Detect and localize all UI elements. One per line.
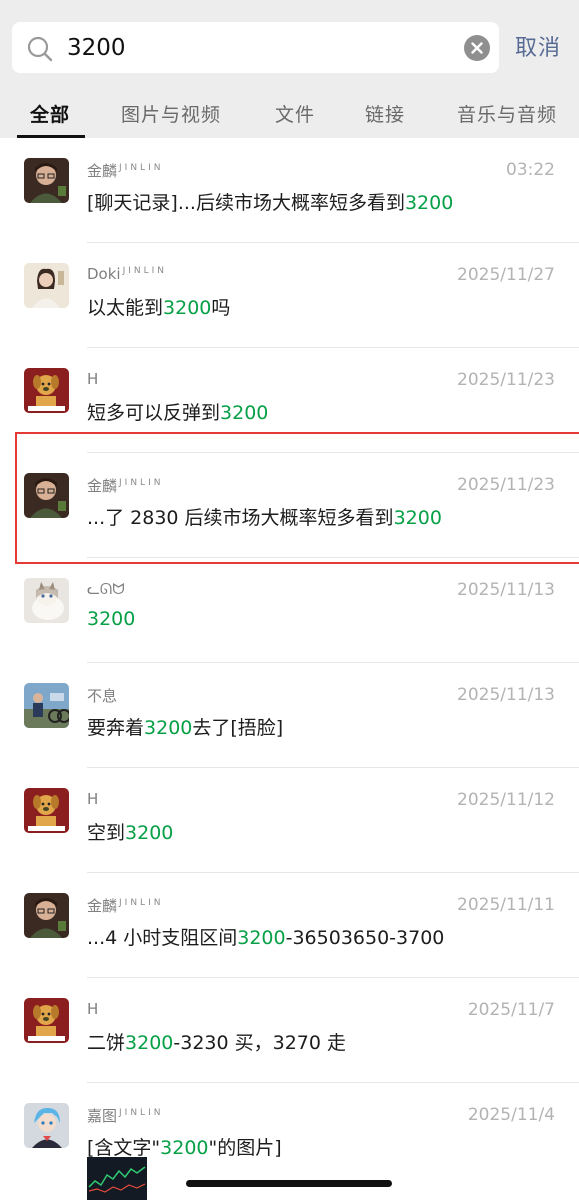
- message-snippet: [聊天记录]...后续市场大概率短多看到3200: [87, 188, 453, 215]
- snippet-text: [聊天记录]...后续市场大概率短多看到: [87, 192, 405, 214]
- keyword-highlight: 3200: [163, 297, 212, 319]
- message-snippet: 以太能到3200吗: [87, 293, 230, 320]
- snippet-text: 要奔着: [87, 717, 145, 739]
- message-snippet: 二饼3200-3230 买，3270 走: [87, 1028, 346, 1055]
- sender-name: 嘉图 JINLIN: [87, 1105, 163, 1126]
- sender-tag: JINLIN: [122, 266, 168, 276]
- image-thumbnail[interactable]: [87, 1157, 147, 1200]
- keyword-highlight: 3200: [125, 1032, 174, 1054]
- message-snippet: 要奔着3200去了[捂脸]: [87, 713, 283, 740]
- snippet-text: 短多可以反弹到: [87, 402, 221, 424]
- sender-label: ᓚᘏᗢ: [87, 580, 125, 598]
- message-date: 03:22: [506, 160, 555, 180]
- message-date: 2025/11/13: [457, 685, 555, 705]
- tab-images-videos[interactable]: 图片与视频: [121, 100, 221, 127]
- category-tabs: 全部 图片与视频 文件 链接 音乐与音频: [0, 92, 579, 138]
- sender-label: 金麟: [87, 162, 118, 180]
- snippet-text: 空到: [87, 822, 126, 844]
- sender-name: H: [87, 1000, 98, 1018]
- avatar: [24, 368, 69, 413]
- highlight-box: [15, 432, 579, 564]
- keyword-highlight: 3200: [125, 822, 174, 844]
- keyword-highlight: 3200: [237, 927, 286, 949]
- keyword-highlight: 3200: [160, 1137, 209, 1159]
- snippet-text: [含文字": [87, 1137, 161, 1159]
- avatar: [24, 158, 69, 203]
- avatar: [24, 263, 69, 308]
- keyword-highlight: 3200: [144, 717, 193, 739]
- result-row[interactable]: H 2025/11/7 二饼3200-3230 买，3270 走: [0, 978, 579, 1083]
- sender-name: Doki JINLIN: [87, 265, 167, 283]
- avatar: [24, 893, 69, 938]
- avatar: [24, 578, 69, 623]
- sender-label: H: [87, 370, 99, 388]
- snippet-text: 吗: [211, 297, 231, 319]
- avatar: [24, 788, 69, 833]
- cancel-button[interactable]: 取消: [515, 30, 561, 62]
- avatar: [24, 998, 69, 1043]
- snippet-text: 以太能到: [87, 297, 164, 319]
- tab-music-audio[interactable]: 音乐与音频: [457, 100, 557, 127]
- message-date: 2025/11/7: [467, 1000, 555, 1020]
- message-date: 2025/11/13: [457, 580, 555, 600]
- message-date: 2025/11/27: [457, 265, 555, 285]
- sender-name: 金麟 JINLIN: [87, 160, 163, 181]
- tab-files[interactable]: 文件: [275, 100, 315, 127]
- keyword-highlight: 3200: [220, 402, 269, 424]
- sender-label: H: [87, 790, 99, 808]
- search-input[interactable]: [67, 30, 457, 66]
- message-snippet: [含文字"3200"的图片]: [87, 1133, 282, 1160]
- tab-all[interactable]: 全部: [30, 100, 70, 127]
- search-header: 取消 全部 图片与视频 文件 链接 音乐与音频: [0, 0, 579, 140]
- sender-name: 金麟 JINLIN: [87, 895, 163, 916]
- snippet-text: -36503650-3700: [285, 927, 445, 949]
- message-snippet: 空到3200: [87, 818, 173, 845]
- sender-tag: JINLIN: [119, 163, 164, 173]
- result-row[interactable]: H 2025/11/12 空到3200: [0, 768, 579, 873]
- result-row[interactable]: 不息 2025/11/13 要奔着3200去了[捂脸]: [0, 663, 579, 768]
- snippet-text: 二饼: [87, 1032, 126, 1054]
- sender-name: H: [87, 370, 98, 388]
- sender-name: ᓚᘏᗢ: [87, 580, 125, 598]
- tab-links[interactable]: 链接: [365, 100, 405, 127]
- sender-tag: JINLIN: [119, 898, 164, 908]
- message-date: 2025/11/4: [467, 1105, 555, 1125]
- message-date: 2025/11/23: [457, 370, 555, 390]
- sender-name: H: [87, 790, 98, 808]
- sender-name: 不息: [87, 685, 117, 706]
- result-row[interactable]: Doki JINLIN 2025/11/27 以太能到3200吗: [0, 243, 579, 348]
- message-snippet: ...4 小时支阻区间3200-36503650-3700: [87, 923, 444, 950]
- sender-label: 金麟: [87, 897, 118, 915]
- avatar: [24, 683, 69, 728]
- sender-tag: JINLIN: [119, 1108, 164, 1118]
- message-snippet: 短多可以反弹到3200: [87, 398, 268, 425]
- snippet-text: -3230 买，3270 走: [173, 1032, 347, 1054]
- avatar: [24, 1103, 69, 1148]
- message-date: 2025/11/12: [457, 790, 555, 810]
- snippet-text: 去了[捂脸]: [192, 717, 284, 739]
- snippet-text: "的图片]: [208, 1137, 282, 1159]
- message-date: 2025/11/11: [457, 895, 555, 915]
- sender-label: 嘉图: [87, 1107, 118, 1125]
- message-snippet: 3200: [87, 608, 135, 630]
- sender-label: 不息: [87, 687, 118, 705]
- result-row[interactable]: ᓚᘏᗢ 2025/11/13 3200: [0, 558, 579, 663]
- search-icon: [27, 36, 53, 62]
- home-indicator: [186, 1180, 392, 1187]
- clear-icon[interactable]: [464, 35, 490, 61]
- sender-label: Doki: [87, 265, 121, 283]
- result-row[interactable]: 金麟 JINLIN 2025/11/11 ...4 小时支阻区间3200-365036…: [0, 873, 579, 978]
- keyword-highlight: 3200: [87, 608, 136, 630]
- keyword-highlight: 3200: [404, 192, 454, 214]
- sender-label: H: [87, 1000, 99, 1018]
- snippet-text: ...4 小时支阻区间: [87, 927, 238, 949]
- result-row[interactable]: 金麟 JINLIN 03:22 [聊天记录]...后续市场大概率短多看到3200: [0, 138, 579, 243]
